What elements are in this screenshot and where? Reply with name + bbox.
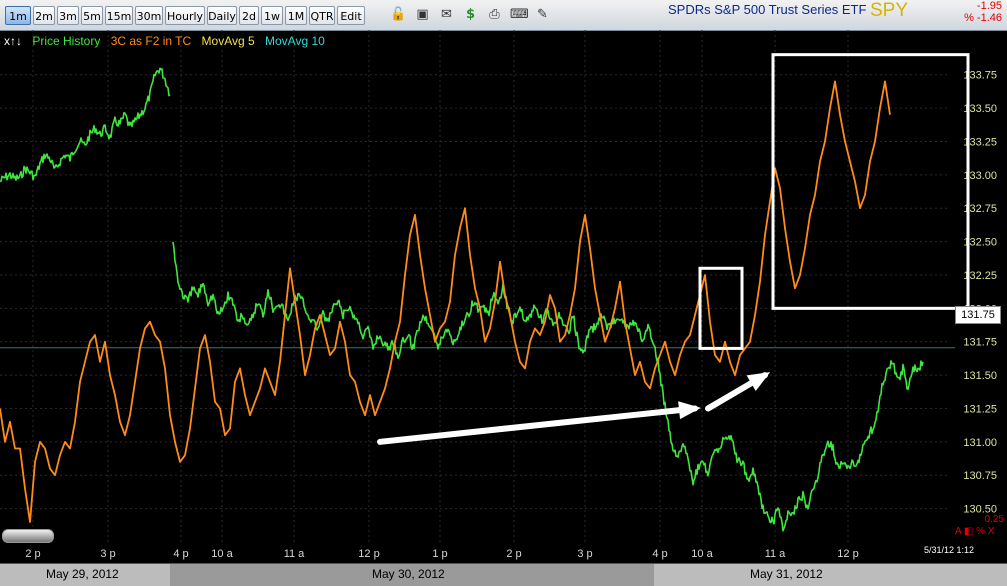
x-tick-label: 12 p: [358, 548, 379, 560]
y-tick-label: 131.25: [963, 403, 997, 415]
price-chart[interactable]: 2 p 3 p 4 p 10 a 11 a 12 p 1 p 2 p 3 p 4 p 10 a 11 …: [0, 30, 1007, 563]
annotation-arrow-head: [678, 401, 701, 420]
ticker-name: SPDRs S&P 500 Trust Series ETF: [668, 2, 867, 17]
interval-button-1m[interactable]: 1m: [5, 6, 31, 25]
x-tick-label: 11 a: [765, 548, 786, 560]
price-line: [0, 67, 171, 183]
date-bar[interactable]: [0, 563, 1007, 586]
interval-button-30m[interactable]: 30m: [135, 6, 163, 25]
current-price-tag: 131.75: [955, 306, 1001, 324]
x-tick-label: 1 p: [432, 548, 447, 560]
date-label-3: May 31, 2012: [750, 567, 823, 581]
scroll-handle[interactable]: [2, 529, 54, 543]
legend-movavg-10[interactable]: MovAvg 10: [265, 34, 325, 48]
interval-button-5m[interactable]: 5m: [81, 6, 103, 25]
y-tick-label: 131.75: [963, 337, 997, 349]
symbol: SPY: [870, 0, 909, 21]
interval-button-hourly[interactable]: Hourly: [165, 6, 205, 25]
date-label-2: May 30, 2012: [372, 567, 445, 581]
change-percent: % -1.46: [964, 12, 1002, 24]
legend-arrows-icon[interactable]: x↑↓: [4, 34, 22, 48]
mail-icon[interactable]: ✉: [438, 6, 455, 23]
zoom-value: 0.25: [984, 514, 1004, 525]
y-tick-label: 130.75: [963, 470, 997, 482]
interval-button-1w[interactable]: 1w: [261, 6, 283, 25]
x-tick-label: 4 p: [173, 548, 188, 560]
keyboard-icon[interactable]: ⌨: [510, 6, 529, 23]
indicator-line: [0, 80, 891, 523]
legend-movavg-5[interactable]: MovAvg 5: [202, 34, 255, 48]
interval-button-daily[interactable]: Daily: [207, 6, 237, 25]
x-tick-label: 4 p: [652, 548, 667, 560]
change-value: -1.95: [976, 0, 1002, 12]
dollar-icon[interactable]: $: [462, 6, 479, 23]
interval-button-15m[interactable]: 15m: [105, 6, 133, 25]
interval-button-edit[interactable]: Edit: [337, 6, 365, 25]
legend-3c[interactable]: 3C as F2 in TC: [111, 34, 191, 48]
legend: x↑↓ Price History 3C as F2 in TC MovAvg …: [4, 34, 332, 50]
unlock-icon[interactable]: 🔓: [390, 6, 407, 23]
timestamp: 5/31/12 1:12: [924, 545, 975, 555]
interval-button-1m[interactable]: 1M: [285, 6, 307, 25]
interval-button-2d[interactable]: 2d: [239, 6, 259, 25]
y-tick-label: 131.50: [963, 370, 997, 382]
pencil-icon[interactable]: ✎: [534, 6, 551, 23]
save-icon[interactable]: ▣: [414, 6, 431, 23]
x-tick-label: 3 p: [577, 548, 592, 560]
zoom-controls[interactable]: A ◧ % X: [955, 526, 994, 537]
interval-button-qtr[interactable]: QTR: [309, 6, 335, 25]
print-icon[interactable]: ⎙: [486, 6, 503, 23]
annotation-arrow-line: [377, 405, 698, 445]
x-tick-label: 3 p: [100, 548, 115, 560]
interval-button-2m[interactable]: 2m: [33, 6, 55, 25]
x-tick-label: 2 p: [25, 548, 40, 560]
x-tick-label: 12 p: [837, 548, 858, 560]
legend-price-history[interactable]: Price History: [32, 34, 100, 48]
x-tick-label: 10 a: [691, 548, 713, 560]
price-line: [172, 241, 924, 532]
interval-button-3m[interactable]: 3m: [57, 6, 79, 25]
y-tick-label: 131.00: [963, 437, 997, 449]
x-tick-label: 2 p: [506, 548, 521, 560]
x-tick-label: 11 a: [284, 548, 305, 560]
annotation-box: [771, 53, 970, 310]
date-label-1: May 29, 2012: [46, 567, 119, 581]
x-tick-label: 10 a: [211, 548, 233, 560]
